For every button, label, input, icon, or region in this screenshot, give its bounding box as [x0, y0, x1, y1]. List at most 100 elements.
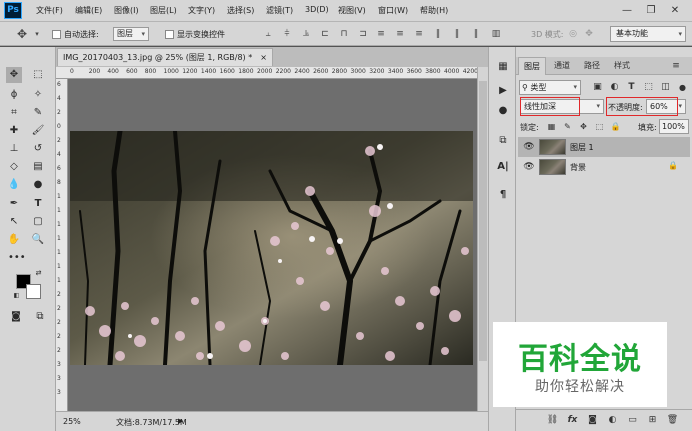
- close-icon[interactable]: ×: [260, 49, 267, 66]
- screen-mode-icon[interactable]: ⧉: [32, 309, 48, 325]
- document-image[interactable]: [70, 131, 473, 365]
- visibility-eye-icon[interactable]: 👁: [523, 161, 535, 173]
- magic-wand-icon[interactable]: ✧: [30, 87, 46, 103]
- paragraph-panel-icon[interactable]: ¶: [495, 187, 511, 203]
- type-filter-icon[interactable]: T: [625, 81, 638, 94]
- pixel-filter-icon[interactable]: ▣: [591, 81, 604, 94]
- background-color-swatch[interactable]: [26, 284, 41, 299]
- blur-tool-icon[interactable]: 💧: [6, 177, 22, 193]
- adjustment-icon[interactable]: ◐: [606, 414, 619, 427]
- lock-transparent-icon[interactable]: ▦: [546, 121, 557, 132]
- quick-mask-icon[interactable]: ◙: [8, 309, 24, 325]
- gradient-tool-icon[interactable]: ▤: [30, 159, 46, 175]
- histogram-icon[interactable]: ▦: [495, 59, 511, 75]
- dodge-tool-icon[interactable]: ●: [30, 177, 46, 193]
- pen-tool-icon[interactable]: ✒: [6, 196, 22, 212]
- vertical-scrollbar[interactable]: [477, 67, 488, 411]
- 3d-pan-icon[interactable]: ✥: [583, 28, 595, 40]
- play-action-icon[interactable]: ▶: [495, 83, 511, 99]
- menu-window[interactable]: 窗口(W): [378, 5, 408, 16]
- document-tab[interactable]: IMG_20170403_13.jpg @ 25% (图层 1, RGB/8) …: [57, 48, 273, 66]
- auto-select-checkbox[interactable]: [52, 30, 61, 39]
- align-left-icon[interactable]: ⊏: [319, 28, 331, 40]
- marquee-tool-icon[interactable]: ⬚: [30, 67, 46, 83]
- lasso-tool-icon[interactable]: ϕ: [6, 87, 22, 103]
- clone-stamp-icon[interactable]: ⊥: [6, 141, 22, 157]
- smart-object-filter-icon[interactable]: ◫: [659, 81, 672, 94]
- distribute-vcenter-icon[interactable]: ≡: [394, 28, 406, 40]
- tab-paths[interactable]: 路径: [578, 57, 606, 75]
- menu-view[interactable]: 视图(V): [338, 5, 366, 16]
- layer-comps-icon[interactable]: ⧉: [495, 133, 511, 149]
- minimize-button[interactable]: —: [616, 2, 638, 19]
- menu-file[interactable]: 文件(F): [36, 5, 63, 16]
- workspace-dropdown[interactable]: 基本功能 ▾: [610, 26, 686, 42]
- distribute-top-icon[interactable]: ≡: [375, 28, 387, 40]
- type-tool-icon[interactable]: T: [30, 196, 46, 212]
- visibility-eye-icon[interactable]: 👁: [523, 141, 535, 153]
- scrollbar-thumb[interactable]: [479, 81, 487, 361]
- menu-image[interactable]: 图像(I): [114, 5, 139, 16]
- group-icon[interactable]: ▭: [626, 414, 639, 427]
- move-tool-icon[interactable]: ✥: [6, 67, 22, 83]
- color-picker-icon[interactable]: ●: [495, 103, 511, 119]
- layer-row[interactable]: 👁 图层 1: [518, 137, 690, 157]
- panel-menu-icon[interactable]: ≡: [666, 57, 686, 75]
- menu-select[interactable]: 选择(S): [227, 5, 254, 16]
- default-colors-icon[interactable]: ◧: [12, 291, 21, 300]
- align-hcenter-icon[interactable]: ⊓: [338, 28, 350, 40]
- distribute-right-icon[interactable]: ‖: [470, 28, 482, 40]
- shape-tool-icon[interactable]: ▢: [30, 214, 46, 230]
- lock-artboard-icon[interactable]: ⬚: [594, 121, 605, 132]
- close-button[interactable]: ✕: [664, 2, 686, 19]
- align-vcenter-icon[interactable]: ⫩: [281, 28, 293, 40]
- character-panel-icon[interactable]: A|: [495, 159, 511, 175]
- eyedropper-icon[interactable]: ✎: [30, 105, 46, 121]
- lock-pixels-icon[interactable]: ✎: [562, 121, 573, 132]
- show-transform-checkbox[interactable]: [165, 30, 174, 39]
- tab-styles[interactable]: 样式: [608, 57, 636, 75]
- align-right-icon[interactable]: ⊐: [357, 28, 369, 40]
- history-brush-icon[interactable]: ↺: [30, 141, 46, 157]
- layer-filter-dropdown[interactable]: ⚲ 类型 ▾: [519, 80, 581, 95]
- distribute-left-icon[interactable]: ‖: [432, 28, 444, 40]
- filter-toggle-icon[interactable]: ●: [676, 81, 689, 94]
- zoom-tool-icon[interactable]: 🔍: [30, 232, 46, 248]
- shape-filter-icon[interactable]: ⬚: [642, 81, 655, 94]
- path-selection-icon[interactable]: ↖: [6, 214, 22, 230]
- menu-layer[interactable]: 图层(L): [150, 5, 177, 16]
- crop-tool-icon[interactable]: ⌗: [6, 105, 22, 121]
- mask-icon[interactable]: ◙: [586, 414, 599, 427]
- auto-align-icon[interactable]: ▥: [490, 28, 502, 40]
- eraser-tool-icon[interactable]: ◇: [6, 159, 22, 175]
- fx-icon[interactable]: fx: [566, 414, 579, 427]
- trash-icon[interactable]: 🗑: [666, 414, 679, 427]
- distribute-hcenter-icon[interactable]: ‖: [451, 28, 463, 40]
- menu-3d[interactable]: 3D(D): [305, 5, 329, 14]
- layer-row[interactable]: 👁 背景 🔒: [518, 157, 690, 177]
- align-bottom-icon[interactable]: ⫡: [300, 28, 312, 40]
- swap-colors-icon[interactable]: ⇄: [34, 269, 43, 278]
- healing-brush-icon[interactable]: ✚: [6, 123, 22, 139]
- restore-button[interactable]: ❐: [640, 2, 662, 19]
- move-tool-icon[interactable]: ✥: [16, 28, 28, 40]
- adjustment-filter-icon[interactable]: ◐: [608, 81, 621, 94]
- new-layer-icon[interactable]: ⊞: [646, 414, 659, 427]
- brush-tool-icon[interactable]: 🖌: [30, 123, 46, 139]
- more-tools-icon[interactable]: •••: [8, 250, 26, 266]
- tool-preset-dropdown-icon[interactable]: ▾: [31, 28, 43, 40]
- zoom-level[interactable]: 25%: [63, 417, 81, 426]
- status-menu-icon[interactable]: ▶: [178, 417, 183, 425]
- hand-tool-icon[interactable]: ✋: [6, 232, 22, 248]
- auto-select-dropdown[interactable]: 图层 ▾: [113, 27, 149, 41]
- menu-filter[interactable]: 滤镜(T): [266, 5, 293, 16]
- menu-edit[interactable]: 编辑(E): [75, 5, 102, 16]
- distribute-bottom-icon[interactable]: ≡: [413, 28, 425, 40]
- lock-all-icon[interactable]: 🔒: [610, 121, 621, 132]
- lock-position-icon[interactable]: ✥: [578, 121, 589, 132]
- tab-layers[interactable]: 图层: [518, 57, 546, 75]
- link-icon[interactable]: ⛓: [546, 414, 559, 427]
- 3d-orbit-icon[interactable]: ◎: [567, 28, 579, 40]
- align-top-icon[interactable]: ⫠: [262, 28, 274, 40]
- menu-help[interactable]: 帮助(H): [420, 5, 448, 16]
